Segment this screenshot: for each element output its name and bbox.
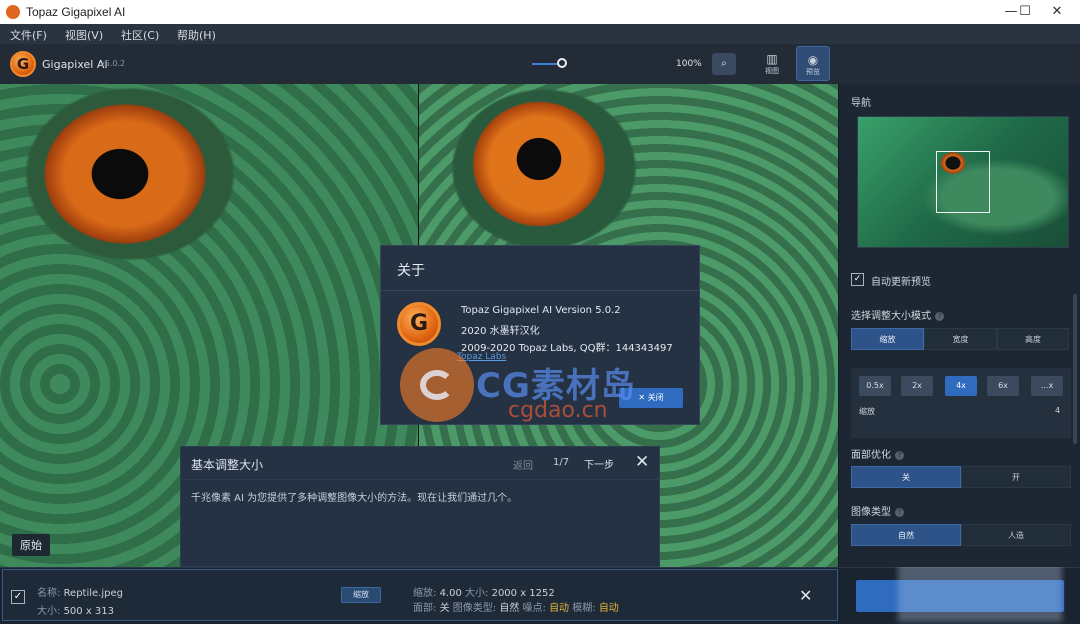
tutorial-title: 基本调整大小 (191, 458, 264, 472)
scale-options-box: 0.5x 2x 4x 6x ...x 缩放 4 (851, 368, 1071, 438)
watermark-domain: cgdao.cn (508, 398, 608, 423)
tutorial-close-icon[interactable]: ✕ (635, 452, 649, 472)
navigator-thumbnail[interactable] (857, 116, 1069, 248)
scale-0-5x-button[interactable]: 0.5x (859, 376, 891, 396)
help-icon[interactable]: ? (935, 311, 944, 321)
output-size-value: 2000 x 1252 (491, 588, 555, 599)
mode-scale-button[interactable]: 缩放 (851, 328, 924, 350)
file-row[interactable]: ✓ 名称: Reptile.jpeg 大小: 500 x 313 缩放 缩放: … (2, 569, 838, 621)
tutorial-body: 千兆像素 AI 为您提供了多种调整图像大小的方法。现在让我们通过几个。 (191, 493, 518, 504)
type-label: 图像类型: (452, 603, 497, 614)
auto-update-checkbox[interactable]: ✓ (851, 273, 864, 286)
type-value: 自然 (499, 603, 520, 614)
tutorial-page-indicator: 1/7 (553, 457, 570, 468)
output-scale-label: 缩放: (413, 588, 437, 599)
image-type-label: 图像类型? (851, 503, 904, 518)
file-size: 大小: 500 x 313 (37, 602, 114, 617)
auto-update-label: 自动更新预览 (871, 277, 931, 288)
face-value: 关 (439, 603, 450, 614)
about-logo: G (397, 302, 441, 346)
file-size-value: 500 x 313 (63, 606, 115, 617)
tutorial-next-button[interactable]: 下一步 (584, 456, 614, 471)
type-natural-button[interactable]: 自然 (851, 524, 961, 546)
about-localization: 2020 水墨轩汉化 (461, 326, 540, 337)
scale-value: 4 (1055, 406, 1061, 415)
watermark-logo-mark (420, 370, 454, 400)
original-label: 原始 (12, 534, 50, 556)
file-name-value: Reptile.jpeg (63, 588, 123, 599)
help-icon[interactable]: ? (895, 507, 904, 517)
preview-view-label: 预览 (806, 68, 820, 76)
blur-value: 自动 (598, 603, 619, 614)
menu-view[interactable]: 视图(V) (65, 27, 103, 43)
navigator-label: 导航 (851, 98, 871, 109)
help-icon[interactable]: ? (895, 450, 904, 460)
title-bar: Topaz Gigapixel AI — ☐ ✕ (0, 0, 1080, 24)
scale-label: 缩放 (859, 407, 875, 416)
file-checkbox[interactable]: ✓ (11, 590, 25, 604)
about-title: 关于 (397, 263, 425, 279)
app-name: Gigapixel AI (42, 58, 108, 71)
resize-mode-text: 选择调整大小模式 (851, 311, 931, 322)
type-artificial-button[interactable]: 人造 (961, 524, 1071, 546)
magnifier-icon: ⌕ (721, 58, 727, 69)
noise-label: 噪点: (522, 603, 546, 614)
blur-label: 模糊: (572, 603, 596, 614)
scale-4x-button[interactable]: 4x (945, 376, 977, 396)
scale-2x-button[interactable]: 2x (901, 376, 933, 396)
noise-value: 自动 (549, 603, 570, 614)
compare-view-label: 视图 (765, 67, 779, 75)
menu-help[interactable]: 帮助(H) (177, 27, 216, 43)
output-size-label: 大小: (465, 588, 489, 599)
tutorial-popup: 基本调整大小 返回 1/7 下一步 ✕ 千兆像素 AI 为您提供了多种调整图像大… (180, 446, 660, 567)
output-scale-value: 4.00 (439, 588, 462, 599)
face-refinement-text: 面部优化 (851, 450, 891, 461)
zoom-level: 100% (676, 59, 702, 69)
face-off-button[interactable]: 关 (851, 466, 961, 488)
zoom-slider-thumb[interactable] (557, 58, 567, 68)
menu-file[interactable]: 文件(F) (10, 27, 47, 43)
close-window-button[interactable]: ✕ (1034, 0, 1080, 24)
scale-custom-button[interactable]: ...x (1031, 376, 1063, 396)
gigapixel-logo: G (10, 51, 36, 77)
about-divider (381, 290, 699, 291)
menu-community[interactable]: 社区(C) (121, 27, 159, 43)
panel-scrollbar[interactable] (1073, 294, 1077, 444)
window-title: Topaz Gigapixel AI (26, 5, 126, 19)
eye-icon: ◉ (807, 53, 819, 67)
about-close-label: 关闭 (647, 393, 664, 402)
app-version: v5.0.2 (100, 59, 126, 68)
scale-6x-button[interactable]: 6x (987, 376, 1019, 396)
file-scale-chip[interactable]: 缩放 (341, 587, 381, 603)
split-view-icon: ▥ (766, 52, 778, 66)
navigator-viewport-rect[interactable] (936, 151, 990, 213)
processing-info: 面部: 关 图像类型: 自然 噪点: 自动 模糊: 自动 (413, 599, 619, 614)
file-size-label: 大小: (37, 606, 61, 617)
face-label: 面部: (413, 603, 437, 614)
compare-view-button[interactable]: ▥ 视图 (755, 46, 789, 81)
image-type-text: 图像类型 (851, 507, 891, 518)
preview-view-button[interactable]: ◉ 预览 (796, 46, 830, 81)
mode-height-button[interactable]: 高度 (997, 328, 1069, 350)
about-version: Topaz Gigapixel AI Version 5.0.2 (461, 305, 621, 316)
zoom-magnifier-button[interactable]: ⌕ (712, 53, 736, 75)
face-on-button[interactable]: 开 (961, 466, 1071, 488)
close-icon: ✕ (638, 393, 648, 402)
menu-bar: 文件(F) 视图(V) 社区(C) 帮助(H) (0, 24, 1080, 44)
tutorial-divider (181, 479, 659, 480)
settings-panel: 导航 ✓ 自动更新预览 选择调整大小模式? 缩放 宽度 高度 0.5x 2x 4… (838, 84, 1080, 567)
output-info: 缩放: 4.00 大小: 2000 x 1252 (413, 584, 555, 599)
app-icon (6, 5, 20, 19)
remove-file-icon[interactable]: ✕ (799, 586, 812, 605)
tutorial-back-button[interactable]: 返回 (513, 457, 533, 472)
mode-width-button[interactable]: 宽度 (924, 328, 997, 350)
file-name-label: 名称: (37, 588, 61, 599)
file-name: 名称: Reptile.jpeg (37, 584, 123, 599)
face-refinement-label: 面部优化? (851, 446, 904, 461)
resize-mode-label: 选择调整大小模式? (851, 307, 944, 322)
